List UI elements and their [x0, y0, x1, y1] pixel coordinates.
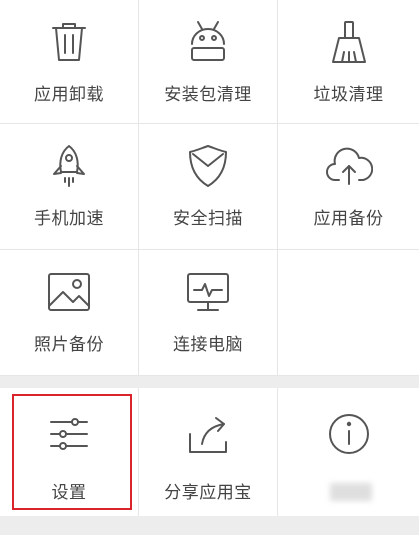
tool-label: 设置	[51, 483, 87, 503]
security-scan-button[interactable]: 安全扫描	[139, 124, 278, 249]
tool-label: 照片备份	[34, 335, 104, 355]
phone-boost-button[interactable]: 手机加速	[0, 124, 139, 249]
tool-label: 连接电脑	[173, 335, 243, 355]
share-icon	[189, 417, 227, 453]
tools-row-3: 照片备份 连接电脑	[0, 250, 419, 376]
tool-label: 手机加速	[34, 209, 104, 229]
tool-label: 应用卸载	[34, 85, 104, 105]
android-icon	[191, 21, 225, 61]
app-backup-button[interactable]: 应用备份	[278, 124, 419, 249]
info-icon	[328, 414, 369, 454]
monitor-icon	[187, 273, 229, 311]
tool-label: 应用备份	[313, 209, 384, 229]
section-divider	[0, 378, 419, 388]
package-cleanup-button[interactable]: 安装包清理	[139, 0, 278, 123]
tool-label: 垃圾清理	[313, 85, 384, 105]
sliders-icon	[50, 418, 88, 450]
app-uninstall-button[interactable]: 应用卸载	[0, 0, 139, 123]
empty-cell	[278, 250, 419, 375]
shield-icon	[189, 145, 227, 187]
tools-grid: 应用卸载 安装包清理 垃圾清理 手机加速 安全扫描 应用备份 照片备份 连接电脑	[0, 0, 419, 376]
settings-button[interactable]: 设置	[0, 388, 139, 516]
rocket-icon	[53, 145, 85, 187]
connect-pc-button[interactable]: 连接电脑	[139, 250, 278, 375]
cloud-upload-icon	[325, 147, 373, 185]
tool-label: 分享应用宝	[164, 483, 252, 503]
image-icon	[48, 273, 90, 311]
share-app-button[interactable]: 分享应用宝	[139, 388, 278, 516]
bottom-margin	[0, 516, 419, 535]
tool-label: 安装包清理	[164, 85, 252, 105]
tool-label: 安全扫描	[173, 209, 243, 229]
tools-row-2: 手机加速 安全扫描 应用备份	[0, 124, 419, 250]
tools-row-1: 应用卸载 安装包清理 垃圾清理	[0, 0, 419, 124]
trash-icon	[52, 23, 86, 61]
broom-icon	[331, 21, 366, 63]
blurred-label	[330, 483, 372, 501]
junk-cleanup-button[interactable]: 垃圾清理	[278, 0, 419, 123]
photo-backup-button[interactable]: 照片备份	[0, 250, 139, 375]
